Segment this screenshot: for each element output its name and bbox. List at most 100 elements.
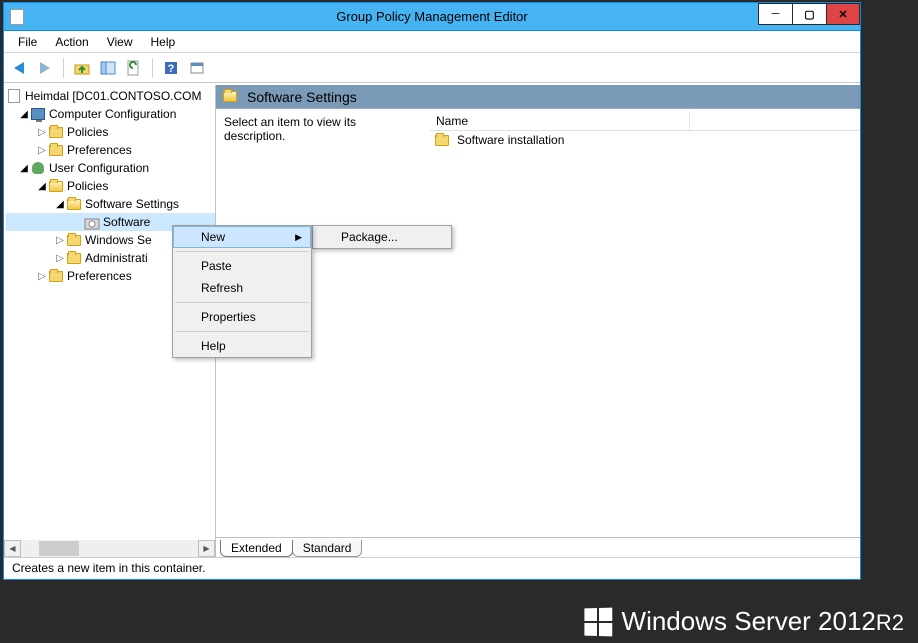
menu-separator [175, 331, 309, 332]
scroll-right-button[interactable]: ▶ [198, 540, 215, 557]
menu-paste[interactable]: Paste [173, 255, 311, 277]
tree-computer-configuration[interactable]: ◢ Computer Configuration [6, 105, 215, 123]
column-name[interactable]: Name [430, 111, 690, 130]
expand-icon[interactable]: ▷ [36, 145, 48, 156]
horizontal-scrollbar[interactable]: ◀ ▶ [4, 540, 215, 557]
menu-properties[interactable]: Properties [173, 306, 311, 328]
tree-label: Software Settings [85, 197, 179, 211]
menu-refresh[interactable]: Refresh [173, 277, 311, 299]
menu-label: Paste [201, 259, 232, 273]
help-icon: ? [163, 60, 179, 76]
detail-body: Select an item to view its description. … [216, 109, 860, 537]
folder-icon [48, 178, 64, 194]
tree-label: Policies [67, 125, 108, 139]
scroll-left-button[interactable]: ◀ [4, 540, 21, 557]
tree-label: Preferences [67, 269, 132, 283]
folder-icon [48, 268, 64, 284]
menu-label: Properties [201, 310, 256, 324]
refresh-icon [126, 60, 142, 76]
detail-heading: Software Settings [247, 89, 357, 105]
menu-action[interactable]: Action [47, 33, 96, 51]
branding-text: Windows Server 2012 [622, 606, 876, 636]
show-tree-button[interactable] [97, 57, 119, 79]
tree-root[interactable]: Heimdal [DC01.CONTOSO.COM [6, 87, 215, 105]
gpo-icon [6, 88, 22, 104]
tree-software-settings[interactable]: ◢ Software Settings [6, 195, 215, 213]
help-button[interactable]: ? [160, 57, 182, 79]
detail-header: Software Settings [216, 85, 860, 109]
tree-label: Software [103, 215, 150, 229]
tree-label: Windows Se [85, 233, 152, 247]
folder-icon [434, 132, 450, 148]
expand-icon[interactable]: ◢ [18, 163, 30, 174]
list-header[interactable]: Name [430, 111, 860, 131]
svg-text:?: ? [168, 63, 175, 75]
folder-icon [222, 89, 238, 105]
installer-icon [84, 214, 100, 230]
menu-separator [175, 251, 309, 252]
menubar: File Action View Help [4, 31, 860, 53]
minimize-button[interactable]: ─ [758, 3, 792, 25]
tree-user-policies[interactable]: ◢ Policies [6, 177, 215, 195]
expand-icon[interactable]: ◢ [18, 109, 30, 120]
menu-label: Package... [341, 230, 398, 244]
tree-label: Policies [67, 179, 108, 193]
tree-comp-policies[interactable]: ▷ Policies [6, 123, 215, 141]
windows-logo-icon [584, 607, 612, 636]
submenu-arrow-icon: ▶ [295, 232, 302, 243]
tree-label: Computer Configuration [49, 107, 176, 121]
separator [152, 58, 153, 78]
description-text: Select an item to view its description. [224, 115, 356, 143]
separator [63, 58, 64, 78]
expand-icon[interactable]: ◢ [54, 199, 66, 210]
tree-root-label: Heimdal [DC01.CONTOSO.COM [25, 89, 201, 103]
window-controls: ─ ▢ ✕ [758, 3, 860, 25]
tree-user-configuration[interactable]: ◢ User Configuration [6, 159, 215, 177]
maximize-button[interactable]: ▢ [792, 3, 826, 25]
window-title: Group Policy Management Editor [4, 9, 860, 24]
tab-standard[interactable]: Standard [292, 540, 363, 557]
up-level-button[interactable] [71, 57, 93, 79]
expand-icon[interactable]: ◢ [36, 181, 48, 192]
computer-icon [30, 106, 46, 122]
expand-icon[interactable]: ▷ [36, 127, 48, 138]
content-area: Heimdal [DC01.CONTOSO.COM ◢ Computer Con… [4, 85, 860, 557]
folder-up-icon [74, 60, 90, 76]
close-button[interactable]: ✕ [826, 3, 860, 25]
nav-back-button[interactable] [8, 57, 30, 79]
nav-forward-button[interactable] [34, 57, 56, 79]
options-button[interactable] [186, 57, 208, 79]
list-column: Name Software installation [426, 109, 860, 537]
folder-icon [48, 142, 64, 158]
submenu-new[interactable]: Package... [312, 225, 452, 249]
expand-icon[interactable]: ▷ [36, 271, 48, 282]
menu-help[interactable]: Help [173, 335, 311, 357]
tab-extended[interactable]: Extended [220, 540, 293, 557]
menu-label: Refresh [201, 281, 243, 295]
status-text: Creates a new item in this container. [12, 561, 205, 575]
scroll-track[interactable] [21, 540, 198, 557]
menu-view[interactable]: View [99, 33, 141, 51]
os-branding: Windows Server 2012R2 [584, 606, 904, 637]
folder-icon [66, 232, 82, 248]
app-icon [10, 9, 24, 25]
menu-new[interactable]: New ▶ [173, 226, 311, 248]
menu-help[interactable]: Help [143, 33, 184, 51]
expand-icon[interactable]: ▷ [54, 253, 66, 264]
list-item-label: Software installation [457, 133, 564, 147]
detail-pane: Software Settings Select an item to view… [216, 85, 860, 557]
menu-file[interactable]: File [10, 33, 45, 51]
status-bar: Creates a new item in this container. [4, 557, 860, 579]
pane-icon [100, 60, 116, 76]
refresh-button[interactable] [123, 57, 145, 79]
app-window: Group Policy Management Editor ─ ▢ ✕ Fil… [3, 2, 861, 580]
scroll-thumb[interactable] [39, 541, 79, 556]
list-item[interactable]: Software installation [430, 131, 860, 149]
window-prop-icon [189, 60, 205, 76]
tree-label: User Configuration [49, 161, 149, 175]
menu-label: Help [201, 339, 226, 353]
menu-package[interactable]: Package... [313, 226, 451, 248]
context-menu[interactable]: New ▶ Paste Refresh Properties Help [172, 225, 312, 358]
expand-icon[interactable]: ▷ [54, 235, 66, 246]
tree-comp-preferences[interactable]: ▷ Preferences [6, 141, 215, 159]
